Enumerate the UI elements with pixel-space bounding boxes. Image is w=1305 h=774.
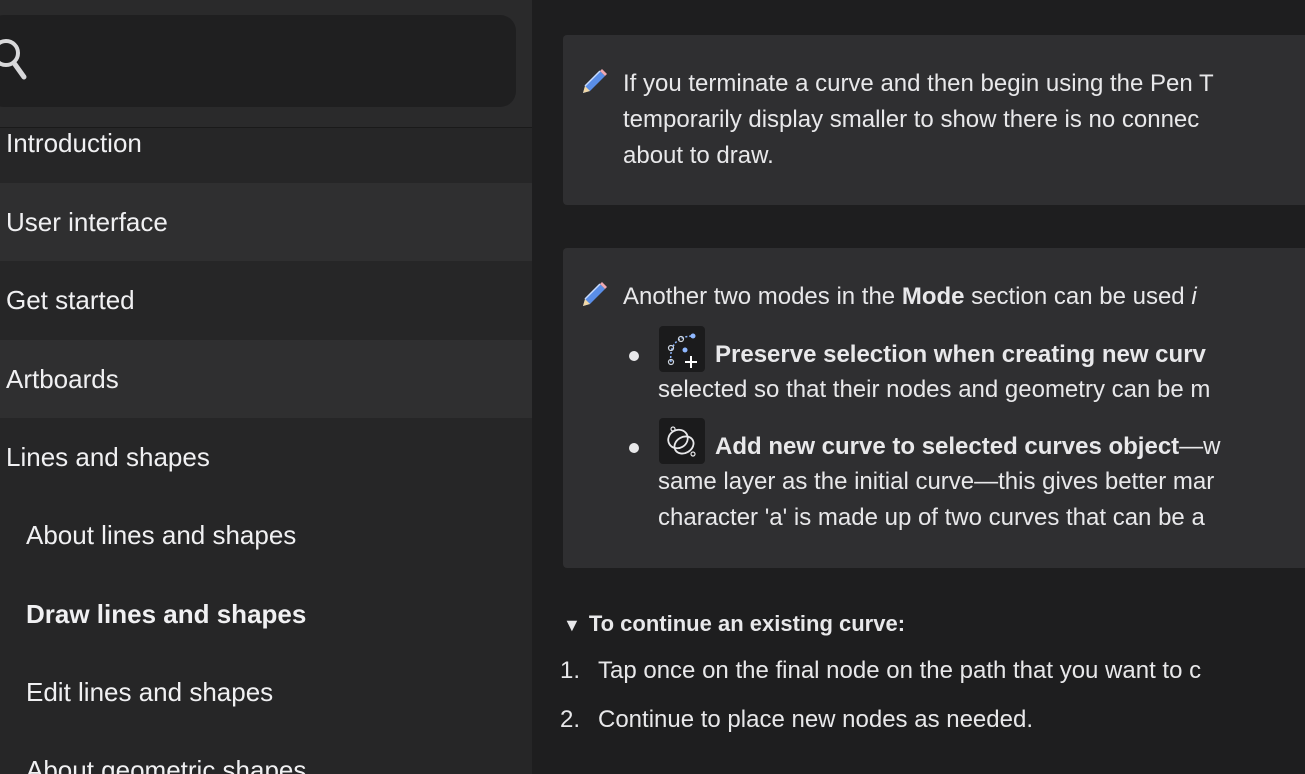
step-text: Continue to place new nodes as needed. <box>598 706 1033 733</box>
step-text: Tap once on the final node on the path t… <box>598 657 1202 684</box>
sidebar-item-about-geometric-shapes[interactable]: About geometric shapes <box>0 731 532 774</box>
disclosure-heading[interactable]: ▼ To continue an existing curve: <box>563 611 905 637</box>
bullet-title: Preserve selection when creating new cur… <box>715 341 1206 368</box>
sidebar-item-label: Introduction <box>6 127 142 158</box>
list-item: 1. Tap once on the final node on the path… <box>560 657 1201 685</box>
sidebar-item-get-started[interactable]: Get started <box>0 261 532 339</box>
note-intro: Another two modes in the Mode section ca… <box>623 279 1305 315</box>
sidebar-item-introduction[interactable]: Introduction <box>0 103 532 183</box>
preserve-selection-icon <box>659 326 705 372</box>
text-span: section can be used <box>964 283 1192 310</box>
step-number: 1. <box>560 657 581 684</box>
note-box: If you terminate a curve and then begin … <box>563 35 1305 205</box>
text-span: —w <box>1179 433 1221 460</box>
add-curve-to-object-icon <box>659 418 705 464</box>
text-span: i <box>1191 283 1197 310</box>
main-content: If you terminate a curve and then begin … <box>532 0 1305 774</box>
bullet-text: selected so that their nodes and geometr… <box>658 376 1211 403</box>
sidebar-item-label: User interface <box>6 206 168 237</box>
list-item: 2. Continue to place new nodes as needed. <box>560 706 1033 734</box>
bullet-dot <box>629 443 639 453</box>
sidebar-item-user-interface[interactable]: User interface <box>0 183 532 261</box>
sidebar-item-draw-lines-and-shapes[interactable]: Draw lines and shapes <box>0 575 532 653</box>
bullet-title-row: Add new curve to selected curves object—… <box>715 429 1305 465</box>
step-number: 2. <box>560 706 581 733</box>
pencil-icon <box>583 282 607 306</box>
pencil-icon <box>583 69 607 93</box>
bullet-dot <box>629 351 639 361</box>
search-input[interactable] <box>0 15 516 107</box>
sidebar-item-about-lines-and-shapes[interactable]: About lines and shapes <box>0 496 532 574</box>
bullet-text: same layer as the initial curve—this giv… <box>658 468 1215 495</box>
disclosure-triangle-icon: ▼ <box>563 615 581 635</box>
sidebar-item-edit-lines-and-shapes[interactable]: Edit lines and shapes <box>0 653 532 731</box>
bullet-text: character 'a' is made up of two curves t… <box>658 504 1205 531</box>
sidebar-item-artboards[interactable]: Artboards <box>0 340 532 418</box>
note-line: about to draw. <box>623 142 774 169</box>
sidebar-item-label: Lines and shapes <box>6 441 210 472</box>
sidebar-item-lines-and-shapes[interactable]: Lines and shapes <box>0 418 532 496</box>
sidebar-item-label: Draw lines and shapes <box>26 598 307 629</box>
sidebar-item-label: About lines and shapes <box>26 519 297 550</box>
section-title: To continue an existing curve: <box>588 611 906 636</box>
text-span: Another two modes in the <box>623 283 902 310</box>
sidebar-item-label: Artboards <box>6 363 119 394</box>
mode-term: Mode <box>901 283 965 310</box>
sidebar-item-label: Edit lines and shapes <box>26 676 274 707</box>
sidebar-item-label: About geometric shapes <box>26 755 307 774</box>
note-line: If you terminate a curve and then begin … <box>623 70 1214 97</box>
note-box: Another two modes in the Mode section ca… <box>563 248 1305 568</box>
sidebar: Introduction User interface Get started … <box>0 0 532 774</box>
bullet-title: Add new curve to selected curves object <box>715 433 1180 460</box>
note-line: temporarily display smaller to show ther… <box>623 106 1200 133</box>
search-icon[interactable] <box>0 35 32 81</box>
sidebar-item-label: Get started <box>6 284 135 315</box>
